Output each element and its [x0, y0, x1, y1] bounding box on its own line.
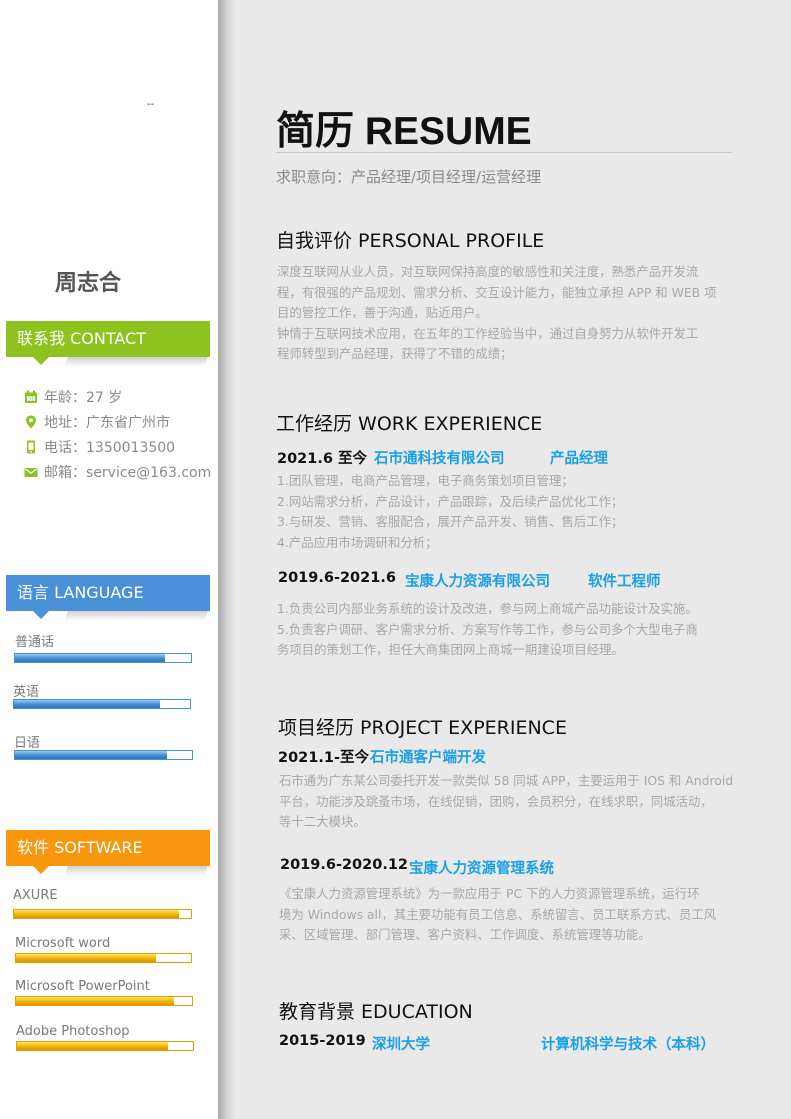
phone-icon [27, 440, 35, 454]
contact-banner: 联系我 CONTACT [6, 321, 210, 367]
work-role: 软件工程师 [588, 574, 661, 590]
project-date: 2021.1-至今 [278, 750, 369, 766]
profile-line: 深度互联网从业人员，对互联网保持高度的敏感性和关注度，熟悉产品开发流 [277, 264, 699, 279]
language-label: 普通话 [15, 635, 55, 650]
banner-shadow [64, 611, 208, 621]
contact-email: 邮箱：service@163.com [24, 464, 211, 482]
contact-address: 地址：广东省广州市 [24, 414, 170, 432]
software-bar-fill [14, 910, 179, 918]
work-company: 宝康人力资源有限公司 [405, 574, 550, 590]
sidebar-shadow [218, 0, 236, 1119]
calendar-icon: 31 [25, 390, 37, 403]
banner-tail [33, 357, 49, 365]
project-line: 境为 Windows all，其主要功能有员工信息、系统留言、员工联系方式、员工… [279, 906, 716, 922]
banner-tail [33, 611, 49, 619]
project-line: 平台，功能涉及跳蚤市场，在线促销，团购，会员积分，在线求职，同城活动， [279, 793, 713, 809]
work-duty-line: 3.与研发、营销、客服配合，展开产品开发、销售、售后工作； [277, 514, 624, 529]
education-date: 2015-2019 [279, 1033, 366, 1049]
project-description: 石市通为广东某公司委托开发一款类似 58 同城 APP，主要运用于 IOS 和 … [279, 771, 755, 833]
software-label: AXURE [13, 888, 58, 903]
work-duty-line: 1.负责公司内部业务系统的设计及改进，参与网上商城产品功能设计及实施。 [277, 601, 698, 616]
contact-phone-text: 电话：1350013500 [44, 440, 176, 456]
work-date: 2021.6 至今 [277, 451, 368, 467]
language-bar [14, 750, 193, 760]
project-line: 《宝康人力资源管理系统》为一款应用于 PC 下的人力资源管理系统，运行环 [279, 886, 700, 901]
language-label: 日语 [14, 736, 41, 751]
contact-age: 31 年龄：27 岁 [24, 389, 122, 407]
language-bar-fill [15, 751, 168, 759]
software-bar-fill [16, 954, 156, 962]
contact-phone: 电话：1350013500 [24, 439, 175, 457]
contact-age-text: 年龄：27 岁 [44, 390, 123, 406]
work-entry-header: 2021.6 至今 石市通科技有限公司 产品经理 [277, 447, 608, 468]
language-heading: 语言 LANGUAGE [17, 583, 144, 602]
work-date: 2019.6-2021.6 [278, 570, 396, 586]
banner-shadow [64, 866, 208, 876]
language-label: 英语 [13, 685, 40, 700]
svg-text:31: 31 [28, 397, 35, 403]
software-bar [16, 1041, 194, 1051]
sidebar [0, 0, 218, 1119]
profile-line: 目的管控工作，善于沟通，贴近用户。 [277, 305, 488, 320]
software-bar [13, 909, 192, 919]
project-name: 宝康人力资源管理系统 [409, 861, 554, 877]
project-name: 石市通客户端开发 [370, 750, 486, 766]
title-divider [276, 152, 732, 153]
profile-heading: 自我评价 PERSONAL PROFILE [276, 230, 545, 252]
software-heading: 软件 SOFTWARE [17, 838, 143, 857]
project-entry-header: 2019.6-2020.12 宝康人力资源管理系统 [280, 857, 554, 877]
project-entry-header: 2021.1-至今 石市通客户端开发 [278, 746, 486, 767]
language-bar [14, 653, 192, 663]
work-heading: 工作经历 WORK EXPERIENCE [276, 413, 543, 435]
page-title: 简历 RESUME [276, 110, 532, 153]
profile-line: 程师转型到产品经理，获得了不错的成绩； [277, 346, 513, 361]
banner-tail [33, 866, 49, 874]
profile-text: 深度互联网从业人员，对互联网保持高度的敏感性和关注度，熟悉产品开发流 程，有很强… [277, 262, 753, 365]
software-label: Adobe Photoshop [16, 1024, 130, 1039]
work-duties: 1.团队管理，电商产品管理，电子商务策划项目管理； 2.网站需求分析，产品设计，… [277, 471, 753, 553]
work-duty-line: 4.产品应用市场调研和分析； [277, 534, 438, 550]
profile-line: 钟情于互联网技术应用，在五年的工作经验当中，通过自身努力从软件开发工 [277, 325, 699, 341]
work-duty-line: 1.团队管理，电商产品管理，电子商务策划项目管理； [277, 473, 574, 488]
banner-shadow [64, 357, 208, 367]
language-banner: 语言 LANGUAGE [6, 575, 210, 621]
project-description: 《宝康人力资源管理系统》为一款应用于 PC 下的人力资源管理系统，运行环 境为 … [279, 884, 755, 946]
work-duties: 1.负责公司内部业务系统的设计及改进，参与网上商城产品功能设计及实施。 5.负责… [277, 599, 753, 661]
education-major: 计算机科学与技术（本科） [541, 1037, 715, 1053]
profile-line: 程，有很强的产品规划、需求分析、交互设计能力，能独立承担 APP 和 WEB 项 [277, 284, 717, 300]
work-role: 产品经理 [550, 451, 608, 467]
software-banner: 软件 SOFTWARE [6, 830, 210, 876]
software-bar-fill [17, 1042, 169, 1050]
education-school: 深圳大学 [372, 1037, 430, 1053]
software-label: Microsoft word [15, 936, 111, 951]
contact-heading: 联系我 CONTACT [17, 329, 146, 348]
language-bar-fill [14, 700, 161, 708]
education-entry: 2015-2019 深圳大学 计算机科学与技术（本科） [279, 1033, 715, 1053]
project-heading: 项目经历 PROJECT EXPERIENCE [278, 717, 567, 739]
job-intent: 求职意向：产品经理/项目经理/运营经理 [276, 168, 542, 186]
language-bar [13, 699, 191, 709]
project-line: 石市通为广东某公司委托开发一款类似 58 同城 APP，主要运用于 IOS 和 … [279, 773, 734, 788]
work-duty-line: 务项目的策划工作，担任大商集团网上商城一期建设项目经理。 [277, 642, 624, 657]
work-entry-header: 2019.6-2021.6 宝康人力资源有限公司 软件工程师 [278, 570, 661, 590]
software-label: Microsoft PowerPoint [15, 979, 150, 994]
project-line: 采、区域管理、部门管理、客户资料、工作调度、系统管理等功能。 [279, 927, 651, 942]
location-pin-icon [26, 415, 36, 429]
candidate-name: 周志合 [55, 271, 122, 296]
software-bar-fill [16, 997, 175, 1005]
contact-email-text: 邮箱：service@163.com [44, 465, 212, 481]
work-duty-line: 5.负责客户调研、客户需求分析、方案写作等工作，参与公司多个大型电子商 [277, 621, 698, 637]
software-bar [15, 996, 193, 1006]
work-duty-line: 2.网站需求分析，产品设计，产品跟踪，及后续产品优化工作； [277, 493, 624, 509]
project-line: 等十二大模块。 [279, 814, 366, 829]
contact-address-text: 地址：广东省广州市 [44, 415, 170, 431]
project-date: 2019.6-2020.12 [280, 857, 409, 873]
software-bar [15, 953, 192, 963]
header-mark: -- [147, 99, 155, 110]
work-company: 石市通科技有限公司 [374, 451, 505, 467]
language-bar-fill [15, 654, 165, 662]
education-heading: 教育背景 EDUCATION [279, 1001, 473, 1023]
mail-icon [24, 468, 38, 477]
